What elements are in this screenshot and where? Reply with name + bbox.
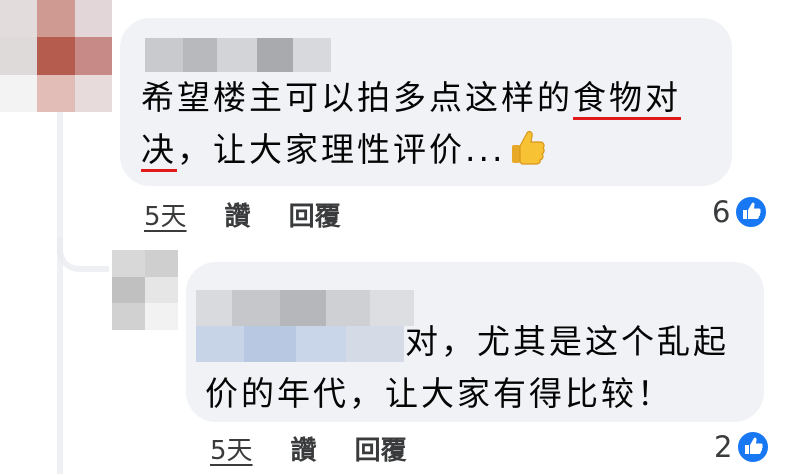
reaction-count-number: 6 [712,195,731,229]
like-button[interactable]: 讚 [291,430,317,467]
reaction-count-number: 2 [714,430,733,464]
reaction-count[interactable]: 6 [712,195,769,229]
comment-text: 希望楼主可以拍多点这样的食物对 决，让大家理性评价... [141,72,721,176]
like-icon [736,430,771,464]
comment-actions: 5天 讚 回覆 [144,196,379,233]
commenter-name-blurred[interactable] [145,38,331,72]
underlined-text: 食物对 [573,78,681,117]
reply-text: 对，尤其是这个乱起 价的年代，让大家有得比较！ [205,316,755,420]
avatar[interactable] [112,250,178,330]
comment-text-part: ，让大家理性评价... [177,130,506,169]
thumbs-up-icon [512,130,546,165]
reply-actions: 5天 讚 回覆 [210,430,445,467]
reply-connector [57,238,109,272]
timestamp-link[interactable]: 5天 [144,196,187,233]
underlined-text: 决 [141,130,177,169]
thread-line [57,110,63,474]
reaction-count[interactable]: 2 [714,430,771,464]
reply-button[interactable]: 回覆 [289,196,341,233]
avatar[interactable] [0,0,112,112]
timestamp-link[interactable]: 5天 [210,430,253,467]
comment-text-part: 希望楼主可以拍多点这样的 [141,78,573,117]
reply-text-line: 对，尤其是这个乱起 [405,322,729,361]
reply-text-line: 价的年代，让大家有得比较！ [205,374,673,413]
reply-button[interactable]: 回覆 [355,430,407,467]
like-button[interactable]: 讚 [225,196,251,233]
like-icon [734,195,769,229]
